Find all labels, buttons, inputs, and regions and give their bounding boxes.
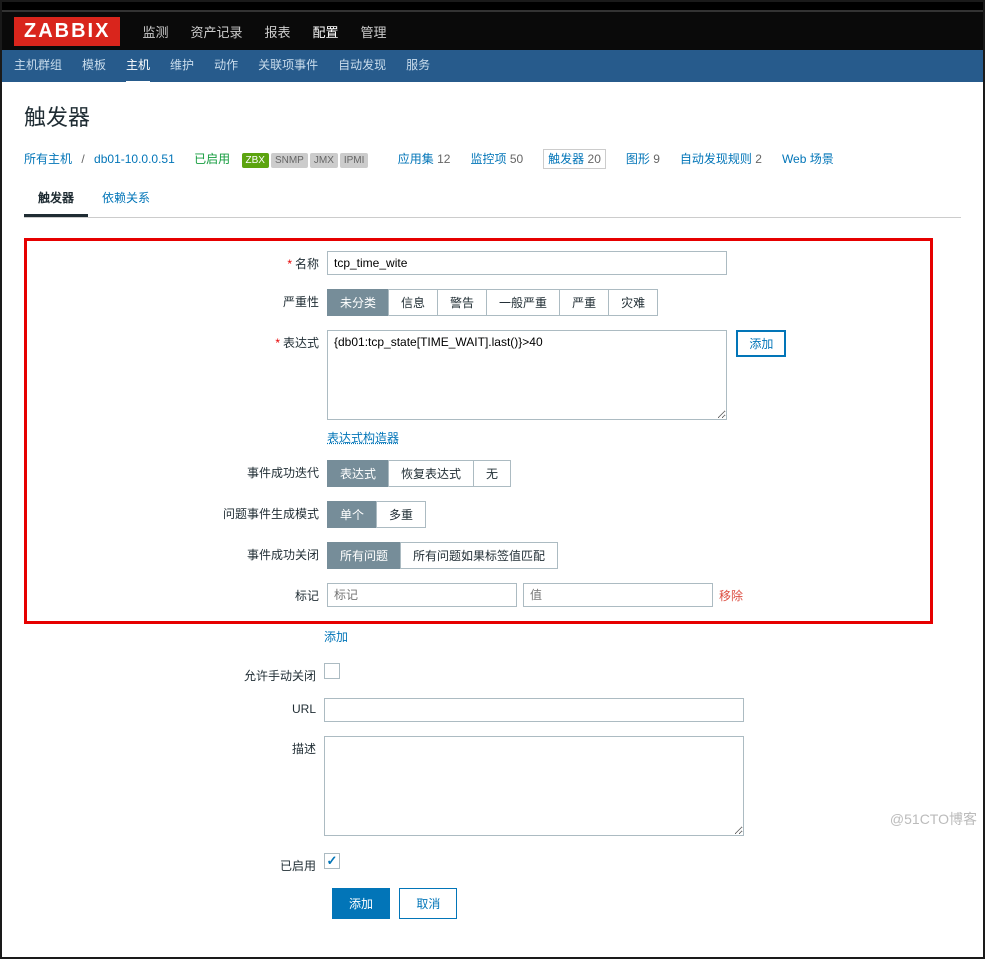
watermark: @51CTO博客	[890, 809, 977, 829]
label-tags: 标记	[27, 583, 327, 604]
label-event-gen: 事件成功迭代	[27, 460, 327, 481]
label-description: 描述	[24, 736, 324, 757]
label-severity: 严重性	[27, 289, 327, 310]
badge-zbx: ZBX	[242, 153, 269, 168]
label-ok-close: 事件成功关闭	[27, 542, 327, 563]
expression-textarea[interactable]	[327, 330, 727, 420]
label-problem-mode: 问题事件生成模式	[27, 501, 327, 522]
label-enabled: 已启用	[24, 853, 324, 874]
main-nav-资产记录[interactable]: 资产记录	[190, 25, 242, 40]
severity-信息[interactable]: 信息	[388, 289, 438, 316]
stat-应用集[interactable]: 应用集 12	[398, 152, 451, 166]
main-header: ZABBIX 监测 资产记录 报表 配置 管理	[2, 10, 983, 50]
sub-nav-关联项事件[interactable]: 关联项事件	[258, 48, 318, 81]
event-gen-无[interactable]: 无	[473, 460, 511, 487]
breadcrumb-host[interactable]: db01-10.0.0.51	[94, 152, 175, 166]
name-input[interactable]	[327, 251, 727, 275]
label-allow-manual: 允许手动关闭	[24, 663, 324, 684]
label-expression: *表达式	[27, 330, 327, 351]
problem-mode-group: 单个多重	[327, 501, 426, 528]
main-nav-监测[interactable]: 监测	[142, 25, 168, 40]
breadcrumb-sep: /	[81, 152, 84, 166]
tab-依赖关系[interactable]: 依赖关系	[88, 181, 164, 214]
expression-builder-link[interactable]: 表达式构造器	[327, 431, 399, 445]
breadcrumb-all-hosts[interactable]: 所有主机	[24, 152, 72, 166]
highlight-box: *名称 严重性 未分类信息警告一般严重严重灾难 *表达式 添加 表达式构造器	[24, 238, 933, 624]
severity-一般严重[interactable]: 一般严重	[486, 289, 560, 316]
allow-manual-checkbox[interactable]	[324, 663, 340, 679]
sub-nav-主机群组[interactable]: 主机群组	[14, 48, 62, 81]
logo: ZABBIX	[14, 17, 120, 46]
badge-jmx: JMX	[310, 153, 338, 168]
main-nav-配置[interactable]: 配置	[313, 25, 339, 40]
severity-严重[interactable]: 严重	[559, 289, 609, 316]
severity-未分类[interactable]: 未分类	[327, 289, 389, 316]
main-nav: 监测 资产记录 报表 配置 管理	[142, 22, 408, 41]
tag-name-input[interactable]	[327, 583, 517, 607]
add-button[interactable]: 添加	[332, 888, 390, 919]
stat-图形[interactable]: 图形 9	[626, 152, 660, 166]
stat-自动发现规则[interactable]: 自动发现规则 2	[680, 152, 762, 166]
tab-触发器[interactable]: 触发器	[24, 181, 88, 217]
badge-snmp: SNMP	[271, 153, 308, 168]
label-url: URL	[24, 698, 324, 716]
enabled-checkbox[interactable]	[324, 853, 340, 869]
event-gen-表达式[interactable]: 表达式	[327, 460, 389, 487]
status-enabled: 已启用	[194, 152, 230, 166]
breadcrumb: 所有主机 / db01-10.0.0.51 已启用 ZBXSNMPJMXIPMI…	[24, 150, 961, 167]
url-input[interactable]	[324, 698, 744, 722]
sub-nav-自动发现[interactable]: 自动发现	[338, 48, 386, 81]
sub-nav-维护[interactable]: 维护	[170, 48, 194, 81]
event-gen-group: 表达式恢复表达式无	[327, 460, 511, 487]
ok-close-所有问题[interactable]: 所有问题	[327, 542, 401, 569]
tag-remove-link[interactable]: 移除	[719, 587, 743, 604]
stat-监控项[interactable]: 监控项 50	[470, 152, 523, 166]
severity-警告[interactable]: 警告	[437, 289, 487, 316]
sub-nav: 主机群组模板主机维护动作关联项事件自动发现服务	[14, 48, 450, 84]
tabs: 触发器依赖关系	[24, 181, 961, 218]
tag-value-input[interactable]	[523, 583, 713, 607]
sub-nav-服务[interactable]: 服务	[406, 48, 430, 81]
stat-Web 场景[interactable]: Web 场景	[782, 152, 834, 166]
label-name: *名称	[27, 251, 327, 272]
expression-add-button[interactable]: 添加	[736, 330, 786, 357]
main-nav-管理[interactable]: 管理	[361, 25, 387, 40]
description-textarea[interactable]	[324, 736, 744, 836]
tag-add-link[interactable]: 添加	[324, 630, 348, 644]
sub-nav-模板[interactable]: 模板	[82, 48, 106, 81]
severity-灾难[interactable]: 灾难	[608, 289, 658, 316]
sub-header: 主机群组模板主机维护动作关联项事件自动发现服务	[2, 50, 983, 82]
ok-close-group: 所有问题所有问题如果标签值匹配	[327, 542, 558, 569]
ok-close-所有问题如果标签值匹配[interactable]: 所有问题如果标签值匹配	[400, 542, 558, 569]
sub-nav-动作[interactable]: 动作	[214, 48, 238, 81]
cancel-button[interactable]: 取消	[399, 888, 457, 919]
event-gen-恢复表达式[interactable]: 恢复表达式	[388, 460, 474, 487]
badge-ipmi: IPMI	[340, 153, 369, 168]
problem-mode-单个[interactable]: 单个	[327, 501, 377, 528]
main-nav-报表[interactable]: 报表	[264, 25, 290, 40]
severity-group: 未分类信息警告一般严重严重灾难	[327, 289, 658, 316]
page-title: 触发器	[24, 100, 961, 132]
sub-nav-主机[interactable]: 主机	[126, 48, 150, 84]
stat-触发器[interactable]: 触发器 20	[543, 149, 606, 169]
problem-mode-多重[interactable]: 多重	[376, 501, 426, 528]
